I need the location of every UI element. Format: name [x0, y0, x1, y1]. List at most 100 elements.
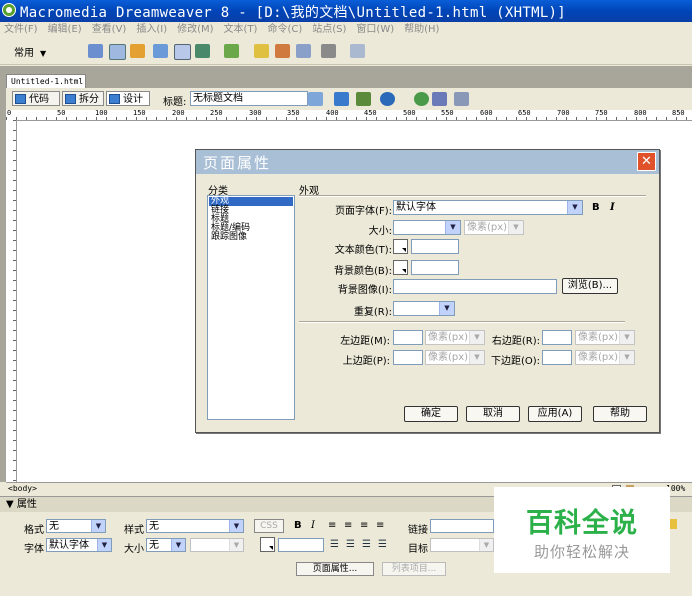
code-view-button[interactable]: 代码	[12, 91, 60, 106]
align-left-icon[interactable]: ≡	[328, 520, 336, 531]
category-tracing-image[interactable]: 跟踪图像	[209, 233, 293, 242]
insert-category-label: 常用	[14, 48, 34, 59]
apply-button[interactable]: 应用(A)	[528, 406, 582, 422]
link-input[interactable]	[430, 519, 494, 533]
chevron-down-icon: ▼	[479, 539, 493, 551]
repeat-select[interactable]: ▼	[393, 301, 455, 316]
italic-button[interactable]: I	[311, 520, 315, 531]
page-font-select[interactable]: 默认字体 ▼	[393, 200, 583, 215]
check-browser-icon[interactable]	[356, 92, 371, 106]
email-link-icon[interactable]	[109, 44, 126, 60]
menu-edit[interactable]: 编辑(E)	[44, 22, 88, 38]
bg-image-input[interactable]	[393, 279, 557, 294]
right-margin-unit-select[interactable]: 像素(px) ▼	[575, 330, 635, 345]
outdent-icon[interactable]: ☰	[362, 539, 371, 550]
ruler-label: 300	[249, 109, 262, 117]
comment-icon[interactable]	[275, 44, 290, 58]
bottom-margin-input[interactable]	[542, 350, 572, 365]
text-color-swatch[interactable]	[260, 537, 275, 552]
menu-help[interactable]: 帮助(H)	[400, 22, 445, 38]
menu-site[interactable]: 站点(S)	[308, 22, 352, 38]
top-margin-unit-select[interactable]: 像素(px) ▼	[425, 350, 485, 365]
tag-selector-body[interactable]: <body>	[8, 483, 37, 495]
chevron-down-icon: ▼	[439, 302, 454, 315]
visual-aids-icon[interactable]	[454, 92, 469, 106]
named-anchor-icon[interactable]	[130, 44, 145, 58]
left-margin-input[interactable]	[393, 330, 423, 345]
window-title: Macromedia Dreamweaver 8 - [D:\我的文档\Unti…	[20, 5, 567, 21]
unordered-list-icon[interactable]: ☰	[330, 539, 339, 550]
bottom-margin-unit-select[interactable]: 像素(px) ▼	[575, 350, 635, 365]
menu-file[interactable]: 文件(F)	[0, 22, 44, 38]
font-italic-button[interactable]: I	[610, 202, 615, 213]
document-tab[interactable]: Untitled-1.html	[6, 74, 86, 88]
menu-text[interactable]: 文本(T)	[220, 22, 264, 38]
left-margin-unit-select[interactable]: 像素(px) ▼	[425, 330, 485, 345]
font-size-select[interactable]: ▼	[393, 220, 461, 235]
menu-commands[interactable]: 命令(C)	[263, 22, 308, 38]
validate-markup-icon[interactable]	[380, 92, 395, 106]
format-value: 无	[49, 521, 59, 532]
cancel-button[interactable]: 取消	[466, 406, 520, 422]
text-color-input[interactable]	[278, 538, 324, 552]
size-label: 大小	[124, 544, 144, 555]
chevron-down-icon: ▼	[229, 539, 243, 551]
right-margin-input[interactable]	[542, 330, 572, 345]
close-button[interactable]: ✕	[637, 152, 656, 171]
bottom-margin-unit: 像素(px)	[578, 352, 619, 363]
font-label: 字体	[24, 544, 44, 555]
page-title-input[interactable]	[190, 91, 308, 106]
menu-view[interactable]: 查看(V)	[88, 22, 133, 38]
text-color-swatch[interactable]	[393, 239, 408, 254]
refresh-icon[interactable]	[414, 92, 429, 106]
list-item-button[interactable]: 列表项目...	[382, 562, 446, 576]
css-button[interactable]: CSS	[254, 519, 284, 533]
help-button[interactable]: 帮助	[593, 406, 647, 422]
menu-window[interactable]: 窗口(W)	[352, 22, 400, 38]
browse-button[interactable]: 浏览(B)...	[562, 278, 618, 294]
date-icon[interactable]	[254, 44, 269, 58]
font-select[interactable]: 默认字体 ▼	[46, 538, 112, 552]
ruler-label: 750	[595, 109, 608, 117]
category-list: 外观 链接 标题 标题/编码 跟踪图像	[207, 195, 295, 420]
template-icon[interactable]	[350, 44, 365, 58]
ordered-list-icon[interactable]: ☰	[346, 539, 355, 550]
bold-button[interactable]: B	[294, 520, 302, 531]
hyperlink-icon[interactable]	[88, 44, 103, 58]
split-view-button[interactable]: 拆分	[62, 91, 104, 106]
page-properties-button[interactable]: 页面属性...	[296, 562, 374, 576]
table-icon[interactable]	[153, 44, 168, 58]
view-options-icon[interactable]	[432, 92, 447, 106]
menu-insert[interactable]: 插入(I)	[132, 22, 173, 38]
image-icon[interactable]	[195, 44, 210, 58]
bg-color-swatch[interactable]	[393, 260, 408, 275]
size-unit-select[interactable]: ▼	[190, 538, 244, 552]
align-right-icon[interactable]: ≡	[360, 520, 368, 531]
bg-color-input[interactable]	[411, 260, 459, 275]
align-justify-icon[interactable]: ≡	[376, 520, 384, 531]
indent-icon[interactable]: ☰	[378, 539, 387, 550]
media-icon[interactable]	[224, 44, 239, 58]
script-icon[interactable]	[321, 44, 336, 58]
size-select[interactable]: 无 ▼	[146, 538, 186, 552]
top-margin-input[interactable]	[393, 350, 423, 365]
file-management-icon[interactable]	[308, 92, 323, 106]
insert-category-dropdown[interactable]: 常用 ▼	[14, 44, 46, 59]
align-center-icon[interactable]: ≡	[344, 520, 352, 531]
layer-icon[interactable]	[174, 44, 191, 60]
ruler-label: 500	[403, 109, 416, 117]
text-color-input[interactable]	[411, 239, 459, 254]
code-view-icon	[15, 94, 26, 104]
page-properties-dialog: 页面属性 ✕ 分类 外观 外观 链接 标题 标题/编码 跟踪图像 页面字体(F)…	[195, 149, 660, 433]
preview-browser-icon[interactable]	[334, 92, 349, 106]
font-bold-button[interactable]: B	[592, 202, 600, 213]
font-size-unit-select[interactable]: 像素(px) ▼	[464, 220, 524, 235]
ok-button[interactable]: 确定	[404, 406, 458, 422]
menu-modify[interactable]: 修改(M)	[173, 22, 219, 38]
chevron-down-icon: ▼	[619, 351, 634, 364]
format-select[interactable]: 无 ▼	[46, 519, 106, 533]
target-select[interactable]: ▼	[430, 538, 494, 552]
style-select[interactable]: 无 ▼	[146, 519, 244, 533]
design-view-button[interactable]: 设计	[106, 91, 150, 106]
head-icon[interactable]	[296, 44, 311, 58]
